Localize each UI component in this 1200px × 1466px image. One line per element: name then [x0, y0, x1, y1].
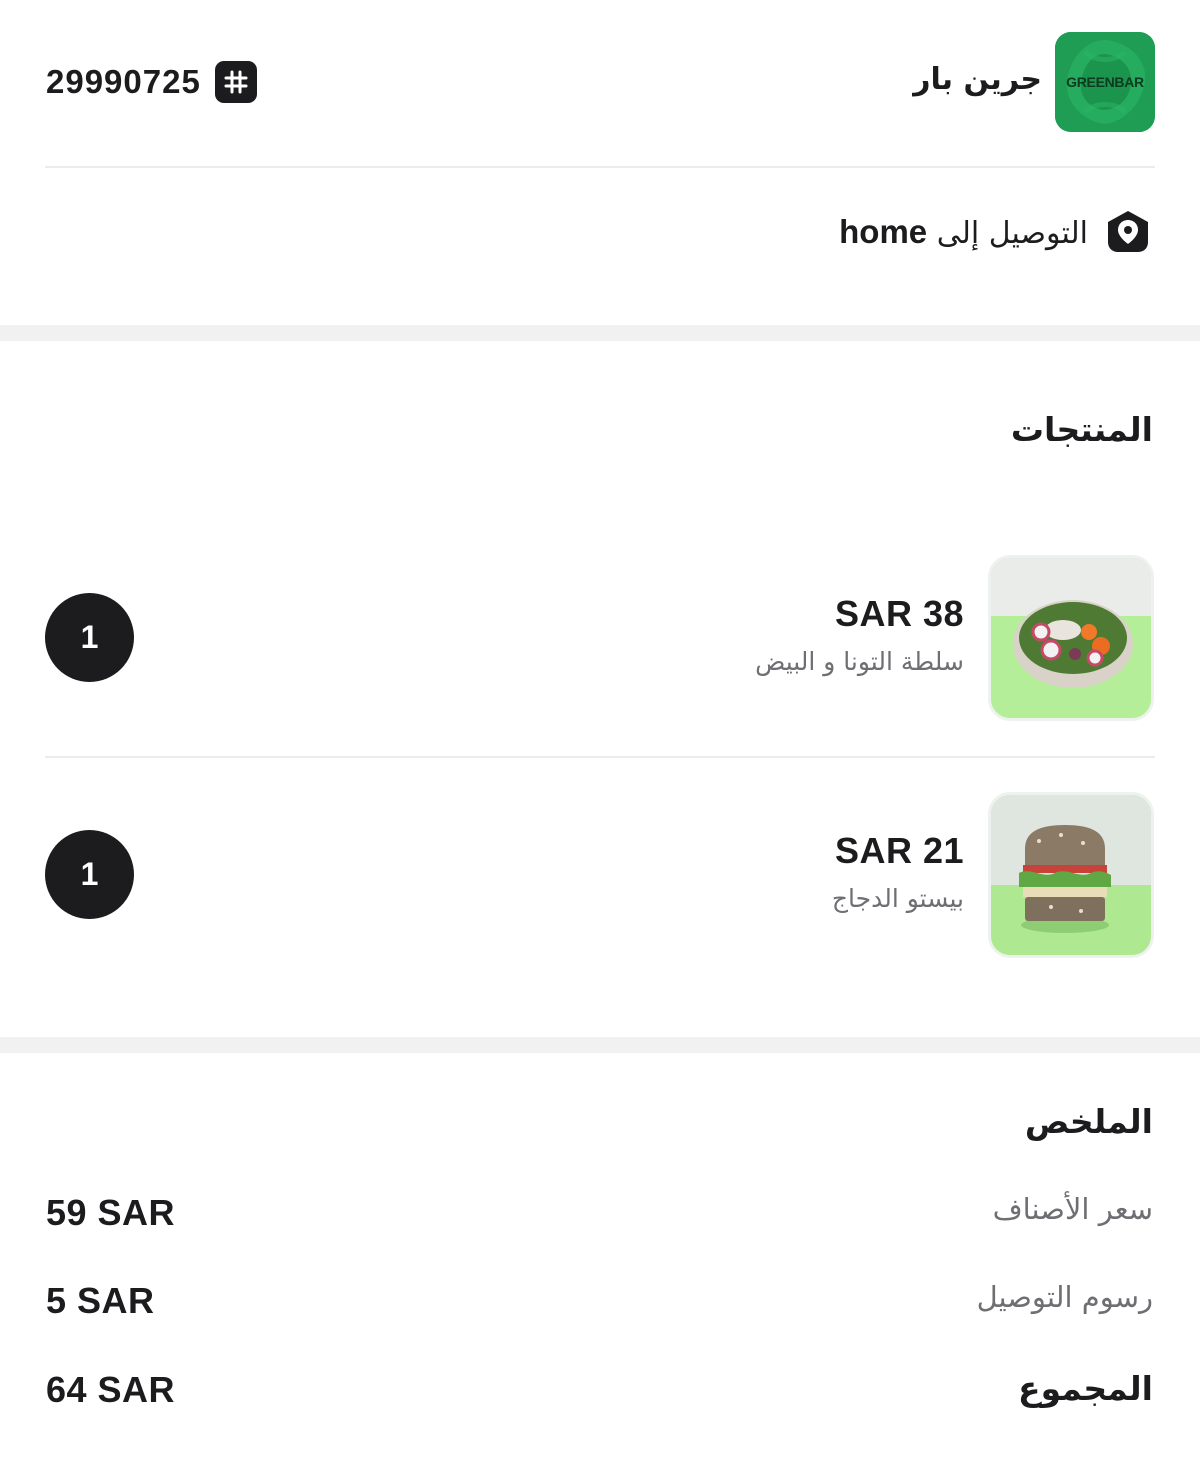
delivery-destination: home [839, 213, 928, 250]
summary-label: المجموع [1018, 1369, 1153, 1408]
summary-title: الملخص [1024, 1102, 1153, 1141]
logo-wordmark: GREENBAR [1066, 74, 1144, 90]
divider [45, 166, 1155, 168]
summary-row-items-price: سعر الأصناف 59 SAR [0, 1192, 1200, 1242]
summary-row-delivery-fee: رسوم التوصيل 5 SAR [0, 1280, 1200, 1330]
summary-value: 5 SAR [46, 1280, 155, 1321]
summary-value: 59 SAR [46, 1192, 176, 1233]
store-header: GREENBAR جرين بار 29990725 [0, 0, 1200, 166]
delivery-address[interactable]: التوصيل إلى home [839, 204, 1152, 260]
summary-label: رسوم التوصيل [976, 1280, 1153, 1314]
store-name: جرين بار [913, 62, 1042, 97]
product-price: SAR 21 [834, 830, 964, 871]
section-separator [0, 325, 1200, 341]
product-price: SAR 38 [834, 593, 964, 634]
products-title: المنتجات [1010, 410, 1153, 449]
product-image-sandwich [988, 792, 1154, 958]
product-image-salad [988, 555, 1154, 721]
quantity-badge: 1 [45, 593, 134, 682]
divider [45, 756, 1155, 758]
delivery-label: التوصيل إلى home [839, 213, 1088, 251]
location-pin-icon [1104, 208, 1152, 256]
delivery-prefix: التوصيل إلى [936, 216, 1088, 251]
section-separator [0, 1037, 1200, 1053]
product-name: سلطة التونا و البيض [755, 647, 964, 676]
order-id: 29990725 [46, 60, 257, 104]
summary-value: 64 SAR [46, 1369, 176, 1410]
summary-label: سعر الأصناف [992, 1192, 1153, 1226]
product-row[interactable]: SAR 38 سلطة التونا و البيض 1 [0, 555, 1200, 725]
order-number: 29990725 [46, 63, 201, 100]
store-logo: GREENBAR [1055, 32, 1155, 132]
summary-row-total: المجموع 64 SAR [0, 1369, 1200, 1419]
order-details-page: GREENBAR جرين بار 29990725 التوصيل إلى h… [0, 0, 1200, 1466]
product-row[interactable]: SAR 21 بيستو الدجاج 1 [0, 792, 1200, 962]
quantity-badge: 1 [45, 830, 134, 919]
hash-icon [214, 61, 257, 103]
product-name: بيستو الدجاج [831, 884, 964, 913]
